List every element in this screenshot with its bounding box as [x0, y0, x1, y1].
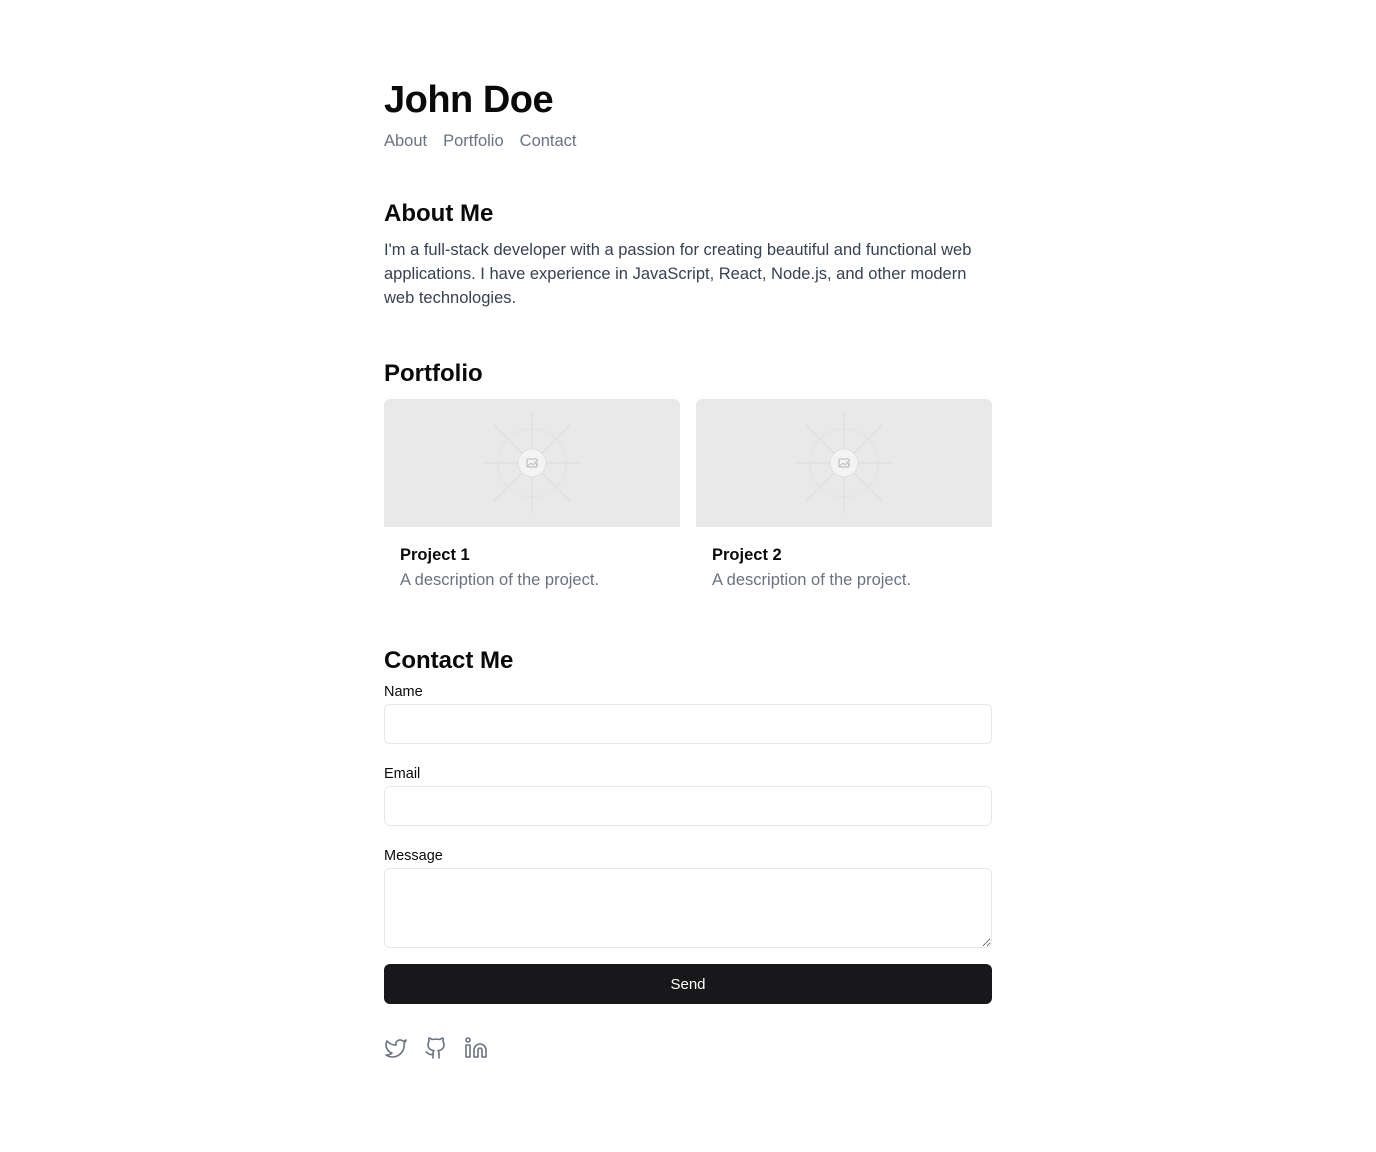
- email-field[interactable]: [384, 786, 992, 826]
- image-placeholder-icon: [482, 413, 582, 513]
- twitter-link[interactable]: [384, 1036, 408, 1060]
- project-card[interactable]: Project 1 A description of the project.: [384, 399, 680, 593]
- portfolio-section: Portfolio Project 1 A description of the…: [384, 359, 992, 593]
- main-nav: About Portfolio Contact: [384, 129, 992, 153]
- github-link[interactable]: [424, 1036, 448, 1060]
- nav-link-portfolio[interactable]: Portfolio: [443, 129, 504, 153]
- site-title: John Doe: [384, 79, 554, 121]
- page: John Doe About Portfolio Contact About M…: [384, 0, 992, 1060]
- project-image: [696, 399, 992, 527]
- about-text: I'm a full-stack developer with a passio…: [384, 241, 972, 307]
- github-icon: [425, 1037, 445, 1059]
- email-label: Email: [384, 766, 421, 782]
- about-section: About Me I'm a full-stack developer with…: [384, 199, 992, 310]
- contact-heading: Contact Me: [384, 647, 514, 674]
- linkedin-link[interactable]: [464, 1036, 488, 1060]
- social-links: [384, 1036, 992, 1060]
- site-header: John Doe About Portfolio Contact: [384, 78, 992, 153]
- linkedin-icon: [465, 1037, 487, 1058]
- name-field[interactable]: [384, 704, 992, 744]
- send-button[interactable]: Send: [384, 964, 992, 1004]
- nav-link-about[interactable]: About: [384, 129, 427, 153]
- about-heading: About Me: [384, 200, 494, 227]
- contact-form: Name Email Message Send: [384, 682, 992, 1004]
- contact-section: Contact Me Name Email Message Send: [384, 646, 992, 1004]
- message-field[interactable]: [384, 868, 992, 948]
- nav-link-contact[interactable]: Contact: [520, 129, 577, 153]
- twitter-icon: [385, 1039, 407, 1058]
- project-card-body: Project 2 A description of the project.: [696, 527, 992, 593]
- project-image: [384, 399, 680, 527]
- image-placeholder-icon: [794, 413, 894, 513]
- project-description: A description of the project.: [400, 571, 600, 589]
- project-title: Project 2: [712, 546, 782, 564]
- message-label: Message: [384, 848, 443, 864]
- project-title: Project 1: [400, 546, 470, 564]
- name-label: Name: [384, 684, 423, 700]
- project-grid: Project 1 A description of the project.: [384, 399, 992, 593]
- portfolio-heading: Portfolio: [384, 360, 483, 387]
- project-card[interactable]: Project 2 A description of the project.: [696, 399, 992, 593]
- project-card-body: Project 1 A description of the project.: [384, 527, 680, 593]
- project-description: A description of the project.: [712, 571, 912, 589]
